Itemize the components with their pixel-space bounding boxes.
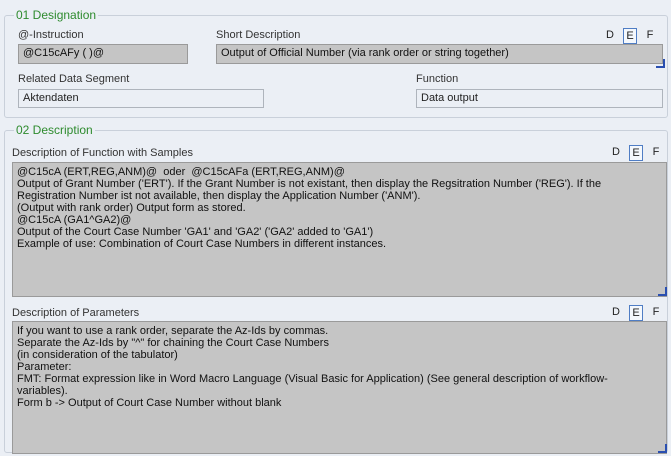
lang-en-button[interactable]: E (629, 305, 643, 321)
lang-de-button[interactable]: D (609, 305, 623, 321)
lang-en-button[interactable]: E (623, 28, 637, 44)
text-line: Example of use: Combination of Court Cas… (17, 238, 387, 250)
short-description-field[interactable]: Output of Official Number (via rank orde… (216, 44, 663, 64)
text-line: Separate the Az-Ids by "^" for chaining … (17, 337, 329, 349)
short-description-lang-switch: D E F (603, 28, 663, 44)
parameters-description-label: Description of Parameters (12, 307, 140, 319)
lang-fr-button[interactable]: F (649, 145, 663, 161)
description-title: 02 Description (14, 123, 95, 137)
lang-de-button[interactable]: D (603, 28, 617, 44)
text-line: Output of Grant Number ('ERT'). If the G… (17, 178, 602, 190)
text-line: @C15cA (GA1^GA2)@ (17, 214, 132, 226)
text-line: Registration Number ist not available, t… (17, 190, 421, 202)
lang-en-button[interactable]: E (629, 145, 643, 161)
text-line: Output of the Court Case Number 'GA1' an… (17, 226, 374, 238)
resize-handle-icon[interactable] (656, 59, 665, 68)
related-data-segment-field[interactable]: Aktendaten (18, 89, 264, 108)
text-line: Form b -> Output of Court Case Number wi… (17, 397, 282, 409)
text-line: (in consideration of the tabulator) (17, 349, 178, 361)
function-field[interactable]: Data output (416, 89, 663, 108)
parameters-description-textarea[interactable]: If you want to use a rank order, separat… (12, 321, 667, 454)
text-line: FMT: Format expression like in Word Macr… (17, 373, 608, 385)
function-description-label: Description of Function with Samples (12, 147, 193, 159)
text-line: (Output with rank order) Output form as … (17, 202, 246, 214)
lang-fr-button[interactable]: F (643, 28, 657, 44)
lang-de-button[interactable]: D (609, 145, 623, 161)
short-description-label: Short Description (216, 29, 301, 41)
designation-title: 01 Designation (14, 8, 99, 22)
instruction-label: @-Instruction (18, 29, 84, 41)
function-label: Function (416, 73, 459, 85)
function-description-lang-switch: D E F (609, 145, 669, 161)
text-line: @C15cA (ERT,REG,ANM)@ oder @C15cAFa (ERT… (17, 166, 345, 178)
text-line: variables). (17, 385, 68, 397)
text-line: Parameter: (17, 361, 72, 373)
resize-handle-icon[interactable] (658, 444, 667, 453)
lang-fr-button[interactable]: F (649, 305, 663, 321)
parameters-description-lang-switch: D E F (609, 305, 669, 321)
related-data-segment-label: Related Data Segment (18, 73, 130, 85)
instruction-field[interactable]: @C15cAFy ( )@ (18, 44, 188, 64)
text-line: If you want to use a rank order, separat… (17, 325, 329, 337)
function-description-textarea[interactable]: @C15cA (ERT,REG,ANM)@ oder @C15cAFa (ERT… (12, 162, 667, 297)
resize-handle-icon[interactable] (658, 287, 667, 296)
